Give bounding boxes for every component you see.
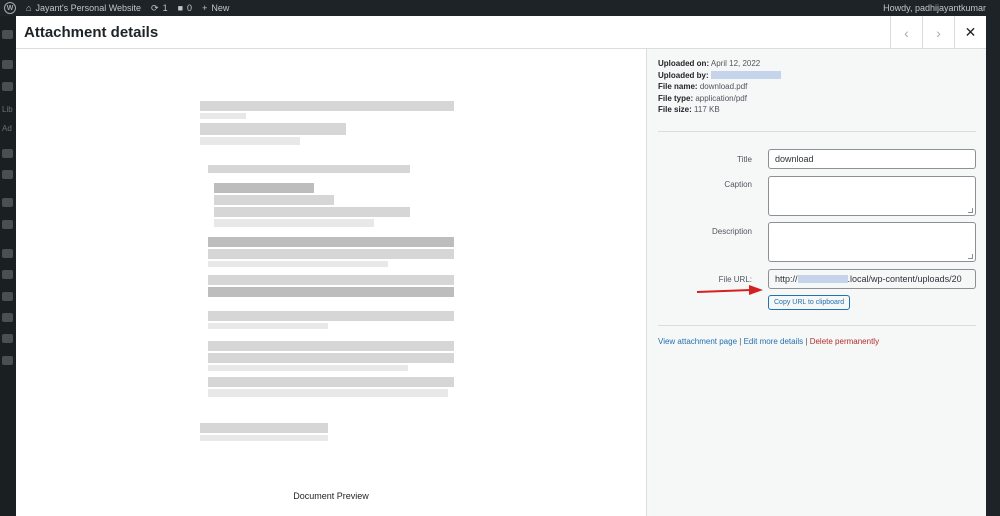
new-label: New [211,3,230,13]
appearance-icon[interactable] [2,198,13,207]
plus-icon: + [202,3,208,13]
next-attachment-button[interactable]: › [922,16,954,49]
uploaded-on-label: Uploaded on: [658,59,710,68]
modal-header: Attachment details ‹ › ✕ [16,16,986,49]
file-name-row: File name: download.pdf [658,81,781,93]
attachment-actions: View attachment page | Edit more details… [658,337,879,346]
modal-title: Attachment details [24,24,159,41]
file-size-label: File size: [658,105,692,114]
divider [658,325,976,326]
copy-url-button[interactable]: Copy URL to clipboard [768,295,851,310]
attachment-details-modal: Attachment details ‹ › ✕ Document Previe… [16,16,986,516]
plugins-icon[interactable] [2,249,13,258]
menu-fragment-library[interactable]: Lib [2,105,13,114]
delete-permanently-link[interactable]: Delete permanently [810,337,879,346]
previous-attachment-button[interactable]: ‹ [890,16,922,49]
uploaded-by-label: Uploaded by: [658,70,709,80]
account-menu[interactable]: Howdy, padhijayantkumar [883,3,986,13]
file-type-value: application/pdf [695,93,747,103]
media-icon[interactable] [2,82,13,91]
chevron-left-icon: ‹ [904,24,909,41]
menu-fragment-add[interactable]: Ad [2,124,12,133]
site-name-label: Jayant's Personal Website [35,3,142,13]
description-label: Description [711,227,752,236]
file-type-row: File type: application/pdf [658,93,781,105]
settings-icon[interactable] [2,334,13,343]
tools-icon[interactable] [2,313,13,322]
link-separator: | [739,337,742,346]
new-content-link[interactable]: + New [202,3,229,13]
annotation-arrow-icon [696,285,763,295]
file-size-value: 117 KB [694,105,720,114]
resize-handle-icon[interactable] [968,208,973,213]
uploaded-by-row: Uploaded by: [658,70,781,82]
attachment-info-sidebar: Uploaded on: April 12, 2022 Uploaded by:… [646,49,986,516]
file-name-label: File name: [658,82,698,91]
uploaded-on-value: April 12, 2022 [710,59,761,68]
folder-icon[interactable] [2,220,13,229]
document-thumbnail [200,101,458,461]
comments-link[interactable]: ■ 0 [178,3,192,13]
view-attachment-page-link[interactable]: View attachment page [658,337,737,346]
uploaded-by-redacted[interactable] [710,71,781,80]
resize-handle-icon[interactable] [968,254,973,259]
users-icon[interactable] [2,292,13,301]
description-textarea[interactable] [768,222,976,262]
refresh-icon: ⟳ [151,2,159,13]
divider [658,131,976,132]
title-input[interactable]: download [768,149,976,169]
collapse-icon[interactable] [2,356,13,365]
pages-icon[interactable] [2,149,13,158]
title-label: Title [737,155,752,164]
link-separator: | [805,337,808,346]
file-name-value: download.pdf [699,82,748,91]
updates-link[interactable]: ⟳ 1 [151,3,168,14]
comment-icon: ■ [177,3,184,13]
admin-bar: W ⌂ Jayant's Personal Website ⟳ 1 ■ 0 + … [0,0,1000,16]
admin-menu: Lib Ad [0,16,16,516]
updates-count: 1 [162,3,168,13]
site-name-link[interactable]: ⌂ Jayant's Personal Website [26,3,141,13]
caption-textarea[interactable] [768,176,976,216]
comments-icon[interactable] [2,170,13,179]
home-icon: ⌂ [26,3,32,13]
document-preview-caption: Document Preview [293,491,369,501]
file-url-input[interactable]: http:// .local/wp-content/uploads/20 [768,269,976,289]
file-url-label: File URL: [718,275,752,284]
file-url-redacted [797,275,848,283]
document-preview-pane: Document Preview [16,49,646,516]
chevron-right-icon: › [936,24,941,41]
dashboard-icon[interactable] [2,30,13,39]
file-type-label: File type: [658,93,694,103]
caption-label: Caption [724,180,752,189]
close-icon: ✕ [964,24,977,40]
file-size-row: File size: 117 KB [658,104,781,116]
pin-icon[interactable] [2,60,13,69]
file-details: Uploaded on: April 12, 2022 Uploaded by:… [658,58,781,116]
wordpress-logo-icon[interactable]: W [4,2,16,14]
close-modal-button[interactable]: ✕ [954,16,986,49]
edit-more-details-link[interactable]: Edit more details [744,337,804,346]
brush-icon[interactable] [2,270,13,279]
uploaded-on-row: Uploaded on: April 12, 2022 [658,58,781,70]
file-url-suffix: .local/wp-content/uploads/20 [847,274,962,284]
file-url-prefix: http:// [775,274,798,284]
comments-count: 0 [187,3,193,13]
